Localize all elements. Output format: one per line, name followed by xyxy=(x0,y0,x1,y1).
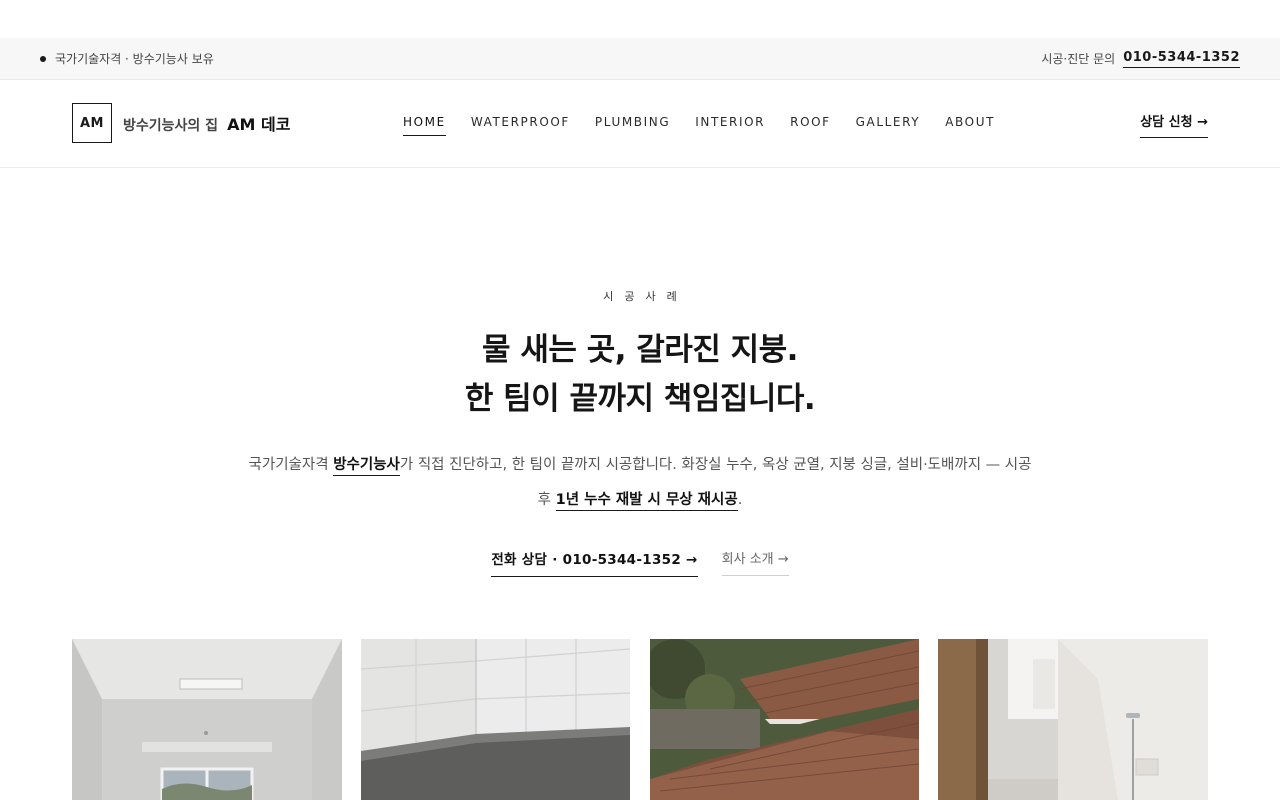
hero-actions: 전화 상담 · 010-5344-1352 → 회사 소개 → xyxy=(0,548,1280,577)
brand-name: AM 데코 xyxy=(227,115,291,134)
nav-plumbing[interactable]: PLUMBING xyxy=(595,115,670,136)
bath-photo-image xyxy=(938,639,1208,800)
gallery-photo-modern-bath[interactable] xyxy=(938,639,1208,800)
consultation-request-button[interactable]: 상담 신청 → xyxy=(1140,111,1208,138)
inquiry-label: 시공·진단 문의 xyxy=(1041,52,1116,66)
nav-about[interactable]: ABOUT xyxy=(945,115,995,136)
hero-eyebrow: 시공사례 xyxy=(603,290,688,303)
nav-roof[interactable]: ROOF xyxy=(790,115,831,136)
nav-home[interactable]: HOME xyxy=(403,115,446,136)
company-intro-button[interactable]: 회사 소개 → xyxy=(721,548,789,576)
gallery-photo-bathroom-tiles[interactable] xyxy=(361,639,630,800)
logo-mark: AM xyxy=(72,103,112,143)
nav-interior[interactable]: INTERIOR xyxy=(695,115,765,136)
brand-prefix: 방수기능사의 집 xyxy=(123,118,219,134)
topbar-contact: 시공·진단 문의 010-5344-1352 xyxy=(1041,50,1240,68)
project-gallery xyxy=(72,639,1208,800)
desc-highlight-warranty: 1년 누수 재발 시 무상 재시공 xyxy=(555,492,738,511)
headline-line-1: 물 새는 곳, 갈라진 지붕. xyxy=(482,332,798,368)
room-photo-image xyxy=(72,639,342,800)
site-header: AM 방수기능사의 집 AM 데코 HOME WATERPROOF PLUMBI… xyxy=(0,80,1280,168)
nav-gallery[interactable]: GALLERY xyxy=(856,115,921,136)
bullet-dot-icon xyxy=(40,55,46,62)
headline-line-2: 한 팀이 끝까지 책임집니다. xyxy=(464,381,816,417)
main-nav: HOME WATERPROOF PLUMBING INTERIOR ROOF G… xyxy=(403,115,995,136)
topbar-phone-link[interactable]: 010-5344-1352 xyxy=(1123,50,1240,68)
desc-part-1: 국가기술자격 xyxy=(248,457,334,473)
desc-part-3: . xyxy=(737,492,743,508)
hero-headline: 물 새는 곳, 갈라진 지붕. 한 팀이 끝까지 책임집니다. xyxy=(0,326,1280,424)
brand-logo-link[interactable]: AM 방수기능사의 집 AM 데코 xyxy=(72,103,290,143)
hero-description: 국가기술자격 방수기능사가 직접 진단하고, 한 팀이 끝까지 시공합니다. 화… xyxy=(240,448,1040,518)
desc-highlight-certification: 방수기능사 xyxy=(333,457,400,476)
roof-photo-image xyxy=(650,639,919,800)
phone-consult-button[interactable]: 전화 상담 · 010-5344-1352 → xyxy=(491,548,698,577)
nav-waterproof[interactable]: WATERPROOF xyxy=(471,115,570,136)
top-info-bar: 국가기술자격 · 방수기능사 보유 시공·진단 문의 010-5344-1352 xyxy=(0,38,1280,80)
certification-text: 국가기술자격 · 방수기능사 보유 xyxy=(55,52,214,66)
gallery-photo-roof[interactable] xyxy=(650,639,919,800)
gallery-photo-room[interactable] xyxy=(72,639,342,800)
certification-notice: 국가기술자격 · 방수기능사 보유 xyxy=(40,50,214,67)
tile-photo-image xyxy=(361,639,630,800)
